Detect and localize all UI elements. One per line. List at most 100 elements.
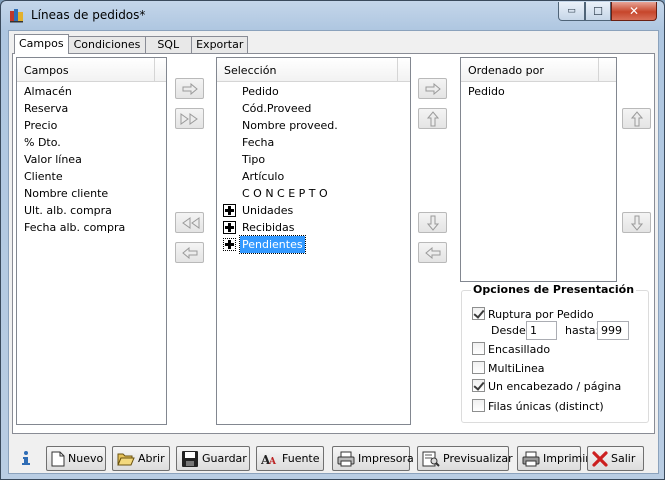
- arrow-up-icon: [426, 110, 439, 126]
- remove-order-button[interactable]: [418, 242, 447, 263]
- seleccion-item-label: Recibidas: [242, 221, 295, 234]
- campos-list-item[interactable]: Almacén: [17, 83, 166, 100]
- salir-label: Salir: [611, 452, 636, 465]
- seleccion-list[interactable]: Selección Pedido Cód.Proveed Nombre provee…: [216, 57, 411, 425]
- seleccion-list-item[interactable]: Recibidas: [217, 219, 410, 236]
- expand-plus-icon[interactable]: [223, 204, 236, 217]
- ordenado-list-item[interactable]: Pedido: [461, 83, 616, 100]
- seleccion-item-label: Tipo: [242, 153, 266, 166]
- print-icon: [522, 451, 540, 466]
- campos-list-item[interactable]: Precio: [17, 117, 166, 134]
- seleccion-list-item[interactable]: Pedido: [217, 83, 410, 100]
- filas-unicas-label: Filas únicas (distinct): [488, 400, 604, 413]
- close-button[interactable]: ✕: [611, 2, 657, 21]
- tab-exportar[interactable]: Exportar: [191, 36, 249, 54]
- remove-all-fields-button[interactable]: [175, 212, 204, 233]
- desde-input[interactable]: 1: [526, 321, 557, 340]
- move-order-up-button[interactable]: [622, 108, 651, 129]
- report-window: Líneas de pedidos* ▭ ☐ ✕ Campos Condicio…: [0, 0, 665, 480]
- ordenado-list-header[interactable]: Ordenado por: [461, 58, 616, 82]
- minimize-button[interactable]: ▭: [558, 2, 585, 21]
- open-folder-icon: [117, 453, 135, 465]
- expand-plus-icon[interactable]: [223, 221, 236, 234]
- seleccion-list-header[interactable]: Selección: [217, 58, 410, 82]
- encasillado-checkbox[interactable]: Encasillado: [472, 342, 550, 356]
- seleccion-list-item[interactable]: Nombre proveed.: [217, 117, 410, 134]
- seleccion-list-item[interactable]: C O N C E P T O: [217, 185, 410, 202]
- hasta-input[interactable]: 999: [597, 321, 629, 340]
- encasillado-checkbox-box[interactable]: [472, 342, 485, 355]
- maximize-icon: ☐: [593, 4, 603, 18]
- arrow-down-icon: [630, 215, 643, 231]
- seleccion-list-item[interactable]: Pendientes: [217, 235, 410, 254]
- ordenado-list[interactable]: Ordenado por Pedido: [460, 57, 617, 282]
- remove-field-button[interactable]: [175, 242, 204, 263]
- campos-list-item[interactable]: Valor línea: [17, 151, 166, 168]
- maximize-button[interactable]: ☐: [585, 2, 611, 21]
- expand-plus-icon[interactable]: [223, 238, 236, 251]
- move-selection-up-button[interactable]: [418, 108, 447, 129]
- ruptura-checkbox[interactable]: Ruptura por Pedido: [472, 307, 594, 321]
- arrow-up-icon: [630, 110, 643, 126]
- filas-unicas-checkbox-box[interactable]: [472, 399, 485, 412]
- previsualizar-button[interactable]: Previsualizar: [417, 446, 513, 471]
- guardar-label: Guardar: [202, 452, 247, 465]
- campos-list-item[interactable]: % Dto.: [17, 134, 166, 151]
- encabezado-checkbox[interactable]: Un encabezado / página: [472, 379, 621, 393]
- encabezado-checkbox-box[interactable]: [472, 379, 485, 392]
- move-order-down-button[interactable]: [622, 212, 651, 233]
- nuevo-button[interactable]: Nuevo: [46, 446, 106, 471]
- arrow-left-icon: [181, 246, 197, 259]
- seleccion-list-item[interactable]: Tipo: [217, 151, 410, 168]
- move-selection-down-button[interactable]: [418, 212, 447, 233]
- tab-condiciones[interactable]: Condiciones: [67, 36, 147, 54]
- seleccion-list-item[interactable]: Cód.Proveed: [217, 100, 410, 117]
- campos-list-item[interactable]: Cliente: [17, 168, 166, 185]
- app-books-icon: [10, 9, 23, 23]
- close-icon: ✕: [628, 4, 640, 18]
- ordenado-header-label: Ordenado por: [468, 64, 544, 77]
- campos-list-item[interactable]: Fecha alb. compra: [17, 219, 166, 236]
- imprimir-button[interactable]: Imprimir: [517, 446, 590, 471]
- campos-list-header[interactable]: Campos: [17, 58, 166, 82]
- fuente-label: Fuente: [282, 452, 320, 465]
- imprimir-label: Imprimir: [543, 452, 590, 465]
- seleccion-items: Pedido Cód.Proveed Nombre proveed. Fecha Tip…: [217, 83, 410, 254]
- nuevo-label: Nuevo: [68, 452, 104, 465]
- add-all-fields-button[interactable]: [175, 108, 204, 129]
- double-arrow-right-icon: [180, 112, 198, 125]
- campos-list-item[interactable]: Reserva: [17, 100, 166, 117]
- tab-campos[interactable]: Campos: [14, 34, 69, 54]
- title-bar[interactable]: Líneas de pedidos* ▭ ☐ ✕: [1, 1, 664, 29]
- seleccion-item-label: Cód.Proveed: [242, 102, 312, 115]
- minimize-icon: ▭: [567, 6, 576, 16]
- campos-list[interactable]: Campos Almacén Reserva Precio% Dto. Valor l…: [16, 57, 167, 425]
- previsualizar-label: Previsualizar: [443, 452, 513, 465]
- campos-list-item[interactable]: Nombre cliente: [17, 185, 166, 202]
- fuente-button[interactable]: AA Fuente: [256, 446, 324, 471]
- seleccion-list-item[interactable]: Artículo: [217, 168, 410, 185]
- arrow-down-icon: [426, 215, 439, 231]
- multilinea-checkbox-box[interactable]: [472, 361, 485, 374]
- impresora-label: Impresora: [358, 452, 414, 465]
- salir-button[interactable]: Salir: [587, 446, 644, 471]
- ruptura-checkbox-box[interactable]: [472, 307, 485, 320]
- add-order-button[interactable]: [418, 78, 447, 99]
- abrir-label: Abrir: [138, 452, 165, 465]
- add-field-button[interactable]: [175, 78, 204, 99]
- guardar-button[interactable]: Guardar: [176, 446, 250, 471]
- multilinea-checkbox[interactable]: MultiLinea: [472, 361, 545, 375]
- svg-text:A: A: [268, 457, 277, 466]
- filas-unicas-checkbox[interactable]: Filas únicas (distinct): [472, 399, 604, 413]
- impresora-button[interactable]: Impresora: [332, 446, 414, 471]
- campos-list-item[interactable]: Ult. alb. compra: [17, 202, 166, 219]
- seleccion-list-item[interactable]: Unidades: [217, 202, 410, 219]
- client-area: Campos Condiciones SQL Exportar Campos A…: [8, 30, 659, 474]
- seleccion-list-item[interactable]: Fecha: [217, 134, 410, 151]
- seleccion-item-label: Nombre proveed.: [242, 119, 338, 132]
- encabezado-label: Un encabezado / página: [488, 380, 622, 393]
- tab-sql[interactable]: SQL: [145, 36, 193, 54]
- abrir-button[interactable]: Abrir: [112, 446, 170, 471]
- info-icon[interactable]: [19, 450, 33, 466]
- seleccion-item-label: Pendientes: [239, 235, 306, 254]
